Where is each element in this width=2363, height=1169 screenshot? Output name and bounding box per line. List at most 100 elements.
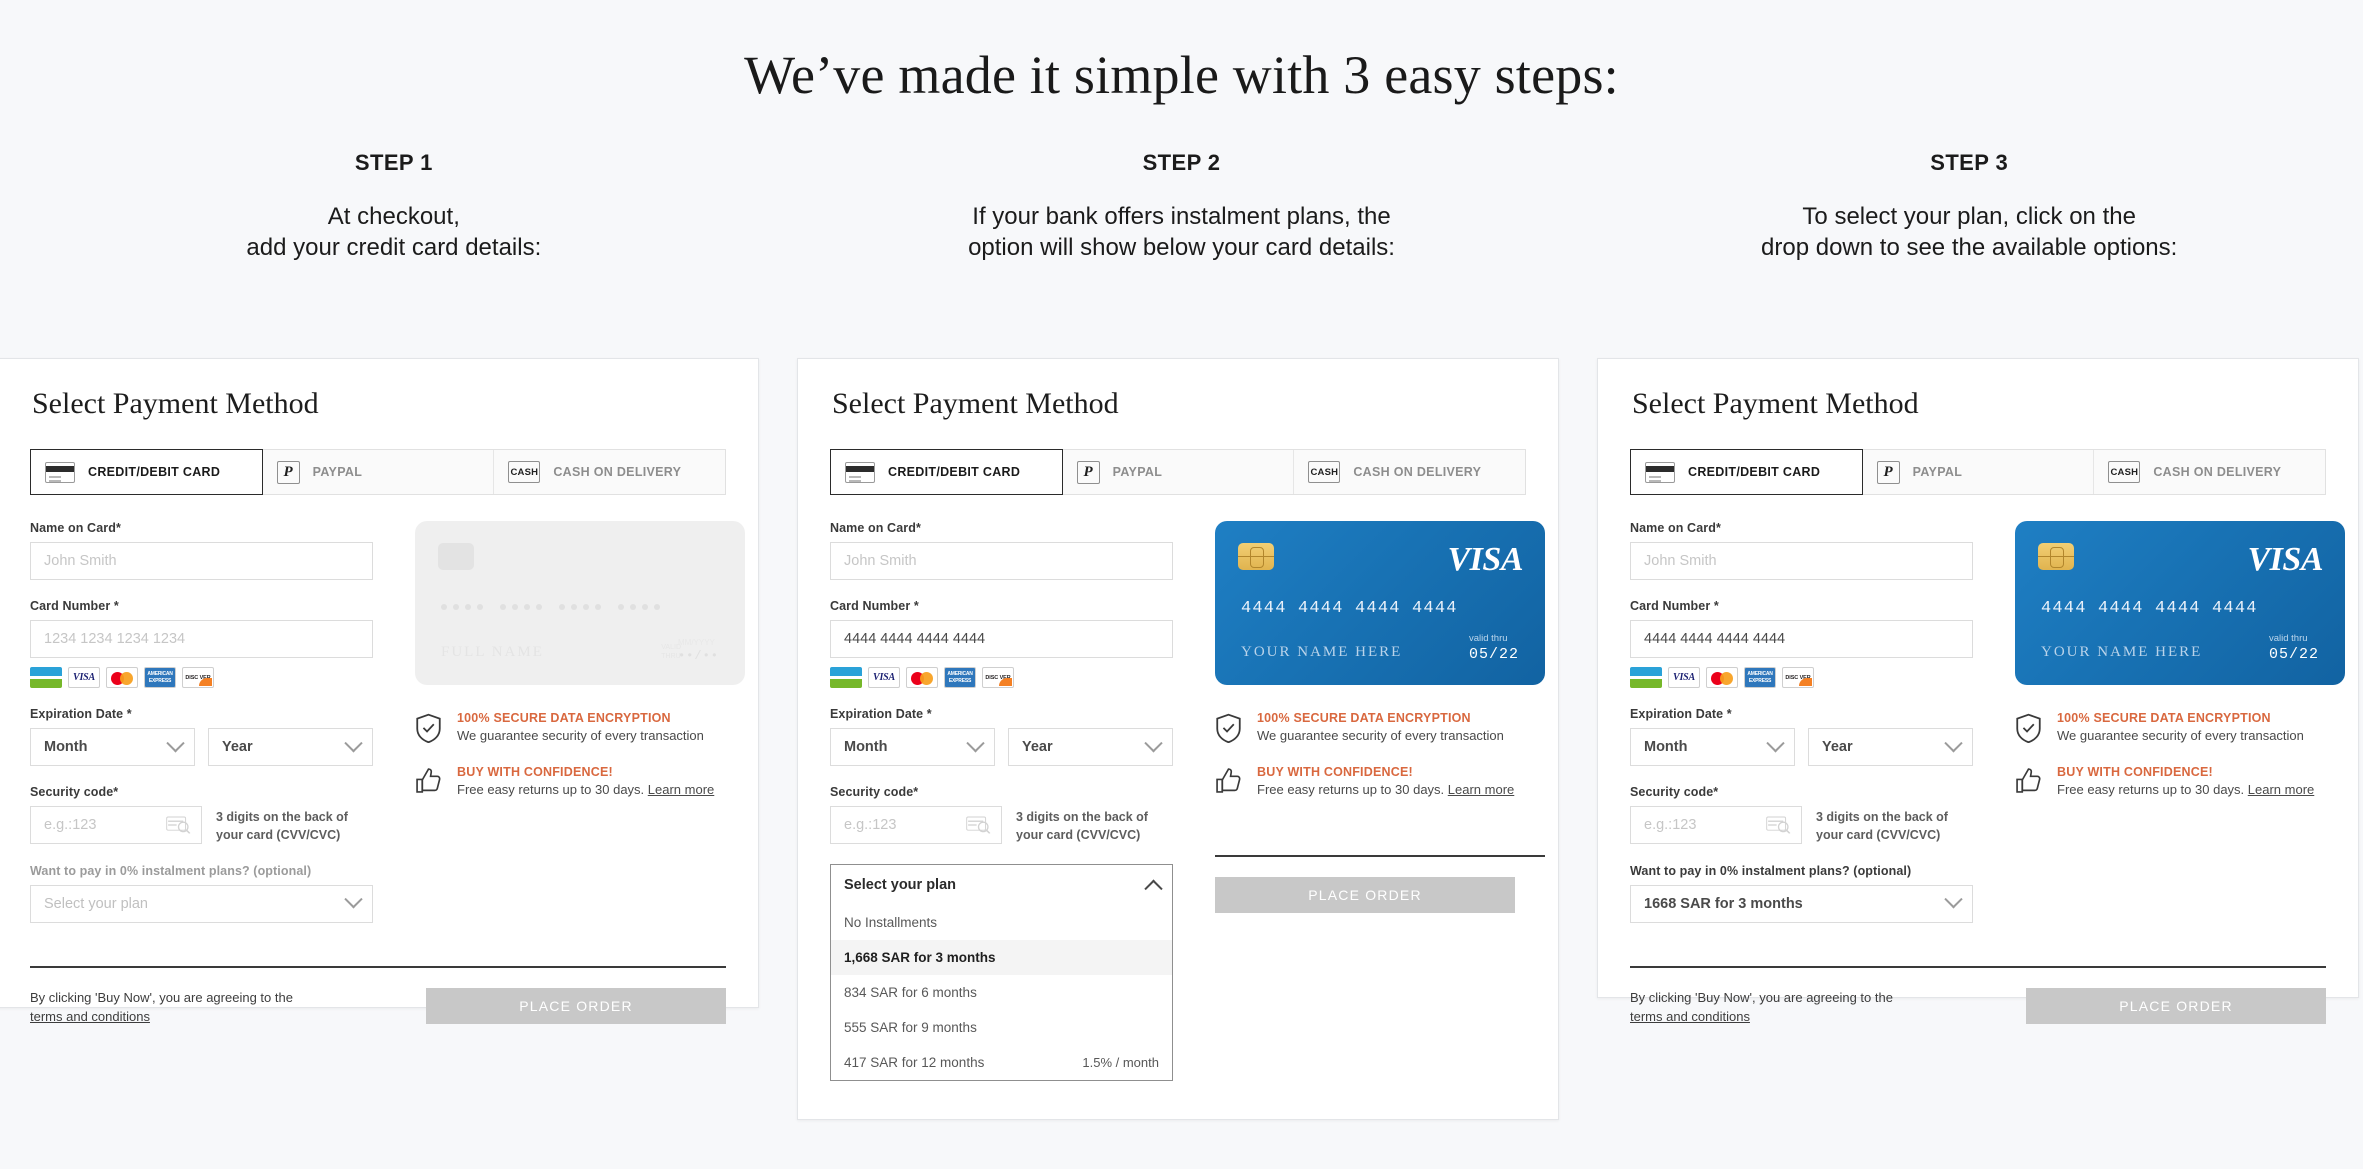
amex-icon-text: AMERICAN EXPRESS — [1747, 671, 1773, 684]
panel-1-name-label: Name on Card* — [30, 521, 121, 535]
panel-2-tab-cash-label: CASH ON DELIVERY — [1353, 465, 1482, 479]
chevron-down-icon — [966, 733, 985, 752]
panel-1-tab-cash-on-delivery[interactable]: CASH CASH ON DELIVERY — [494, 450, 725, 494]
panel-3-payment-method-tabs: CREDIT/DEBIT CARD P PAYPAL CASH CASH ON … — [1630, 449, 2326, 495]
panel-3-month-value: Month — [1644, 739, 1688, 755]
payment-panels-row: Select Payment Method CREDIT/DEBIT CARD … — [0, 358, 2363, 1120]
panel-1-instalment-label: Want to pay in 0% instalment plans? (opt… — [30, 863, 312, 878]
panel-3-card-valid-value: 05/22 — [2268, 646, 2319, 663]
panel-2-name-label: Name on Card* — [830, 521, 921, 535]
panel-3-tab-paypal[interactable]: P PAYPAL — [1863, 450, 2095, 494]
panel-3-expiry-label: Expiration Date * — [1630, 707, 1732, 721]
step-1-line-2: add your credit card details: — [246, 233, 542, 261]
cvv-card-icon — [166, 816, 191, 834]
panel-3-terms-line: By clicking 'Buy Now', you are agreeing … — [1630, 989, 1893, 1005]
panel-1-trust-confidence: BUY WITH CONFIDENCE! Free easy returns u… — [415, 765, 745, 797]
panel-3-card-number-input[interactable]: 4444 4444 4444 4444 — [1630, 620, 1973, 658]
panel-2-place-order-button[interactable]: PLACE ORDER — [1215, 877, 1515, 914]
panel-2-tab-cash-on-delivery[interactable]: CASH CASH ON DELIVERY — [1294, 450, 1525, 494]
panel-2-body: Name on Card* John Smith Card Number * 4… — [830, 521, 1545, 1133]
panel-2-dropdown-option-12-months[interactable]: 417 SAR for 12 months 1.5% / month — [831, 1045, 1172, 1080]
panel-3-tab-paypal-label: PAYPAL — [1912, 465, 1963, 479]
panel-1-terms-link[interactable]: terms and conditions — [30, 1009, 150, 1024]
step-2-description: If your bank offers instalment plans, th… — [788, 202, 1576, 263]
cvv-card-icon — [1766, 816, 1791, 834]
panel-2-name-field-group: Name on Card* John Smith — [830, 521, 1173, 580]
chevron-down-icon — [344, 890, 363, 909]
panel-2-dropdown-option-9-months[interactable]: 555 SAR for 9 months — [831, 1010, 1172, 1045]
panel-2-name-input[interactable]: John Smith — [830, 542, 1173, 580]
panel-2-tab-credit-debit-card[interactable]: CREDIT/DEBIT CARD — [830, 449, 1063, 495]
panel-3-card-number-group: Card Number * 4444 4444 4444 4444 VISA A… — [1630, 599, 1973, 688]
amex-icon-text: AMERICAN EXPRESS — [947, 671, 973, 684]
amex-icon: AMERICAN EXPRESS — [144, 667, 176, 688]
panel-2-cvv-label: Security code* — [830, 785, 919, 799]
panel-2-year-select[interactable]: Year — [1008, 728, 1173, 766]
amex-icon: AMERICAN EXPRESS — [1744, 667, 1776, 688]
panel-1-tab-paypal[interactable]: P PAYPAL — [263, 450, 495, 494]
panel-1-place-order-button[interactable]: PLACE ORDER — [426, 987, 726, 1024]
steps-row: STEP 1 At checkout, add your credit card… — [0, 150, 2363, 263]
chevron-down-icon — [166, 733, 185, 752]
step-column-3: STEP 3 To select your plan, click on the… — [1575, 150, 2363, 263]
panel-3-place-order-button[interactable]: PLACE ORDER — [2026, 987, 2326, 1024]
panel-1-card-number-input[interactable]: 1234 1234 1234 1234 — [30, 620, 373, 658]
panel-1-trust-confidence-sub-text: Free easy returns up to 30 days. — [457, 782, 645, 798]
panel-2-tab-paypal[interactable]: P PAYPAL — [1063, 450, 1295, 494]
payment-panel-step-2: Select Payment Method CREDIT/DEBIT CARD … — [797, 358, 1559, 1120]
panel-2-aside-column: VISA 4444 4444 4444 4444 YOUR NAME HERE … — [1215, 521, 1545, 1133]
panel-3-name-input[interactable]: John Smith — [1630, 542, 1973, 580]
panel-2-card-number-input[interactable]: 4444 4444 4444 4444 — [830, 620, 1173, 658]
step-1-description: At checkout, add your credit card detail… — [0, 202, 788, 263]
thumbs-up-icon — [1216, 768, 1241, 794]
panel-1-name-input[interactable]: John Smith — [30, 542, 373, 580]
panel-2-expiry-group: Expiration Date * Month Year — [830, 707, 1173, 766]
panel-1-tab-credit-debit-card[interactable]: CREDIT/DEBIT CARD — [30, 449, 263, 495]
panel-2-cvv-group: Security code* e.g.:123 3 digits on the … — [830, 785, 1173, 845]
panel-3-terms-link[interactable]: terms and conditions — [1630, 1009, 1750, 1024]
panel-1-month-select[interactable]: Month — [30, 728, 195, 766]
panel-3-trust-confidence-title: BUY WITH CONFIDENCE! — [2057, 765, 2213, 780]
panel-2-learn-more-link[interactable]: Learn more — [1448, 782, 1514, 797]
discover-icon: DISC VER — [1782, 667, 1814, 688]
panel-3-title: Select Payment Method — [1632, 387, 1919, 420]
cash-icon: CASH — [2108, 461, 2141, 483]
panel-2-trust-encryption-sub: We guarantee security of every transacti… — [1257, 728, 1504, 743]
panel-2-expiry-label: Expiration Date * — [830, 707, 932, 721]
mada-icon — [1630, 667, 1662, 688]
panel-2-dropdown-option-6-months[interactable]: 834 SAR for 6 months — [831, 975, 1172, 1010]
panel-2-dropdown-option-no-installments[interactable]: No Installments — [831, 905, 1172, 940]
step-3-description: To select your plan, click on the drop d… — [1575, 202, 2363, 263]
panel-2-option-1-label: 1,668 SAR for 3 months — [844, 949, 996, 965]
panel-3-cvv-hint: 3 digits on the back of your card (CVV/C… — [1816, 810, 1948, 842]
panel-1-cvv-label: Security code* — [30, 785, 119, 799]
panel-1-name-field-group: Name on Card* John Smith — [30, 521, 373, 580]
panel-2-tab-paypal-label: PAYPAL — [1112, 465, 1163, 479]
panel-1-year-value: Year — [222, 739, 253, 755]
panel-1-aside-column: FULL NAME VALID THRU MM/YYYY ••/•• 100% … — [415, 521, 745, 942]
panel-1-learn-more-link[interactable]: Learn more — [648, 782, 714, 797]
shield-check-icon — [2016, 713, 2041, 744]
panel-2-dropdown-option-3-months[interactable]: 1,668 SAR for 3 months — [831, 939, 1172, 975]
panel-1-cvv-group: Security code* e.g.:123 3 digits on the … — [30, 785, 373, 845]
panel-3-learn-more-link[interactable]: Learn more — [2248, 782, 2314, 797]
panel-3-tab-credit-debit-card[interactable]: CREDIT/DEBIT CARD — [1630, 449, 1863, 495]
panel-1-instalment-select[interactable]: Select your plan — [30, 884, 373, 923]
panel-2-dropdown-header[interactable]: Select your plan — [831, 865, 1172, 905]
panel-1-year-select[interactable]: Year — [208, 728, 373, 766]
panel-3-month-select[interactable]: Month — [1630, 728, 1795, 766]
panel-3-tab-cash-on-delivery[interactable]: CASH CASH ON DELIVERY — [2094, 450, 2325, 494]
panel-2-card-number-label: Card Number * — [830, 599, 919, 613]
panel-1-cvv-hint: 3 digits on the back of your card (CVV/C… — [216, 810, 348, 842]
panel-2-card-brand-logos: VISA AMERICAN EXPRESS DISC VER — [830, 667, 1173, 688]
panel-1-payment-method-tabs: CREDIT/DEBIT CARD P PAYPAL CASH CASH ON … — [30, 449, 726, 495]
panel-3-tab-credit-label: CREDIT/DEBIT CARD — [1688, 465, 1821, 479]
panel-3-instalment-select[interactable]: 1668 SAR for 3 months — [1630, 884, 1973, 923]
panel-2-option-4-label: 417 SAR for 12 months — [844, 1054, 985, 1070]
panel-1-card-name: FULL NAME — [441, 644, 544, 660]
step-2-label: STEP 2 — [1142, 150, 1221, 175]
visa-icon-text: VISA — [873, 672, 895, 683]
panel-2-month-select[interactable]: Month — [830, 728, 995, 766]
panel-1-card-number-label: Card Number * — [30, 599, 119, 613]
panel-3-year-select[interactable]: Year — [1808, 728, 1973, 766]
